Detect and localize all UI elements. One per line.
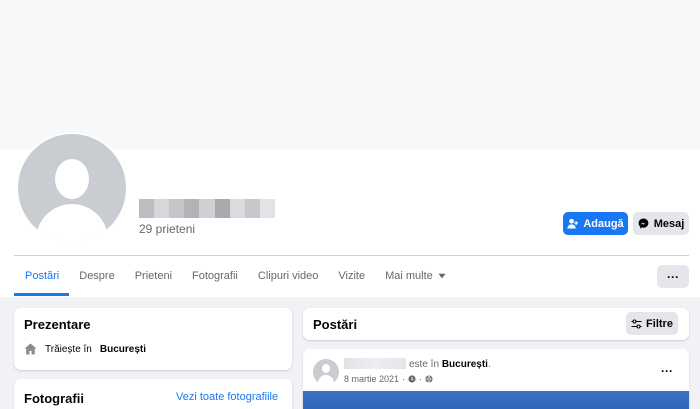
friends-count[interactable]: 29 prieteni <box>139 222 195 236</box>
redaction-block <box>199 199 215 218</box>
post-date[interactable]: 8 martie 2021 <box>344 374 399 384</box>
redaction-block <box>244 199 260 218</box>
add-friend-button[interactable]: Adaugă <box>563 212 628 235</box>
meta-separator: · <box>419 374 423 384</box>
more-actions-button[interactable]: ··· <box>657 265 689 288</box>
redaction-block <box>154 199 170 218</box>
redaction-block <box>139 199 155 218</box>
post-check-in-text: este în București. <box>409 359 491 370</box>
lives-in-prefix: Trăiește în <box>45 343 92 355</box>
posts-header-card: Postări Filtre <box>303 308 689 340</box>
redaction-block <box>259 199 275 218</box>
tab-more[interactable]: Mai multe <box>375 256 456 296</box>
add-friend-icon <box>567 218 579 229</box>
post-author-avatar[interactable] <box>313 359 339 385</box>
avatar-placeholder-icon <box>18 134 126 242</box>
post-period: . <box>487 359 491 370</box>
redaction-block <box>229 199 245 218</box>
sliders-icon <box>631 318 642 329</box>
tab-about[interactable]: Despre <box>69 256 124 296</box>
clock-icon <box>408 375 416 383</box>
tab-photos[interactable]: Fotografii <box>182 256 248 296</box>
chevron-down-icon <box>438 273 446 279</box>
tab-videos-label: Clipuri video <box>257 270 319 282</box>
add-friend-label: Adaugă <box>583 217 624 230</box>
profile-avatar[interactable] <box>16 132 128 244</box>
redaction-block <box>214 199 230 218</box>
tab-more-label: Mai multe <box>385 270 433 282</box>
profile-name-redacted <box>139 199 275 218</box>
tab-check-ins[interactable]: Vizite <box>328 256 375 296</box>
tab-friends[interactable]: Prieteni <box>125 256 182 296</box>
meta-separator: · <box>402 374 406 384</box>
intro-title: Prezentare <box>24 317 91 332</box>
redaction-block <box>169 199 185 218</box>
post-meta: 8 martie 2021 · · <box>344 374 433 384</box>
post-image[interactable] <box>303 391 689 409</box>
photos-title: Fotografii <box>24 391 84 406</box>
post-options-button[interactable]: ··· <box>661 364 673 378</box>
filter-label: Filtre <box>646 317 673 330</box>
post-card: este în București. 8 martie 2021 · · ··· <box>303 349 689 409</box>
see-all-photos-link[interactable]: Vezi toate fotografiile <box>176 391 278 403</box>
intro-lives-in: Trăiește în București <box>24 343 146 355</box>
tab-check-ins-label: Vizite <box>338 270 366 282</box>
redaction-block <box>184 199 200 218</box>
post-check-in-city[interactable]: București <box>442 359 488 370</box>
lives-in-city[interactable]: București <box>100 344 146 355</box>
post-check-in-prefix: este în <box>409 359 440 370</box>
tab-videos[interactable]: Clipuri video <box>248 256 329 296</box>
message-label: Mesaj <box>653 217 685 230</box>
posts-title: Postări <box>313 317 358 332</box>
tab-friends-label: Prieteni <box>134 270 173 282</box>
filter-button[interactable]: Filtre <box>626 312 678 335</box>
post-author-name-redacted <box>344 358 406 369</box>
tab-posts[interactable]: Postări <box>14 256 70 296</box>
photos-card: Fotografii Vezi toate fotografiile <box>14 379 292 409</box>
home-icon <box>24 343 37 355</box>
tab-posts-label: Postări <box>25 270 60 282</box>
messenger-icon <box>638 218 649 229</box>
tab-about-label: Despre <box>79 270 115 282</box>
globe-icon <box>425 375 433 383</box>
message-button[interactable]: Mesaj <box>633 212 689 235</box>
profile-tabs: Postări Despre Prieteni Fotografii Clipu… <box>14 256 456 296</box>
tab-photos-label: Fotografii <box>192 270 238 282</box>
intro-card: Prezentare Trăiește în București <box>14 308 292 370</box>
